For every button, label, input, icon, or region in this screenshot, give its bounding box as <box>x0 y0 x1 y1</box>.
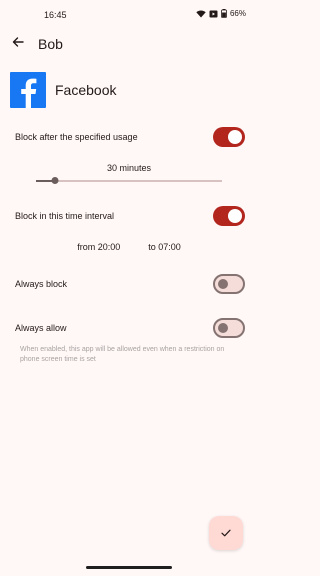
status-icons: 66% <box>196 9 246 18</box>
app-bar: Bob <box>0 30 258 58</box>
battery-icon <box>221 9 227 18</box>
facebook-logo-icon <box>10 72 46 108</box>
block-interval-row[interactable]: Block in this time interval <box>15 204 245 228</box>
always-allow-toggle[interactable] <box>213 318 245 338</box>
page-title: Bob <box>38 36 63 52</box>
time-interval: from 20:00 to 07:00 <box>0 242 258 252</box>
toggle-thumb <box>228 130 242 144</box>
wifi-icon <box>196 9 206 18</box>
interval-to[interactable]: to 07:00 <box>148 242 181 252</box>
gesture-bar <box>86 566 172 569</box>
always-block-label: Always block <box>15 279 68 289</box>
always-block-toggle[interactable] <box>213 274 245 294</box>
interval-from[interactable]: from 20:00 <box>77 242 120 252</box>
block-interval-toggle[interactable] <box>213 206 245 226</box>
battery-percent: 66% <box>229 9 246 18</box>
block-after-usage-row[interactable]: Block after the specified usage <box>15 125 245 149</box>
slider-thumb[interactable] <box>51 177 59 184</box>
app-header: Facebook <box>10 72 116 108</box>
status-time: 16:45 <box>44 10 67 20</box>
always-allow-helper-text: When enabled, this app will be allowed e… <box>20 346 225 363</box>
always-block-row[interactable]: Always block <box>15 272 245 296</box>
arrow-left-icon <box>12 35 24 53</box>
always-allow-row[interactable]: Always allow <box>15 316 245 340</box>
toggle-thumb <box>218 279 228 289</box>
toggle-thumb <box>228 209 242 223</box>
usage-limit-slider[interactable] <box>36 177 222 184</box>
app-name: Facebook <box>55 82 117 98</box>
confirm-button[interactable] <box>209 516 243 550</box>
cast-icon <box>209 10 218 18</box>
block-after-usage-toggle[interactable] <box>213 127 245 147</box>
toggle-thumb <box>218 323 228 333</box>
block-interval-label: Block in this time interval <box>15 211 115 221</box>
back-button[interactable] <box>8 34 28 54</box>
check-icon <box>221 524 231 542</box>
status-bar: 16:45 66% <box>0 0 258 28</box>
block-after-usage-label: Block after the specified usage <box>15 132 138 142</box>
always-allow-label: Always allow <box>15 323 67 333</box>
usage-limit-value: 30 minutes <box>106 163 152 173</box>
slider-track <box>36 180 222 182</box>
